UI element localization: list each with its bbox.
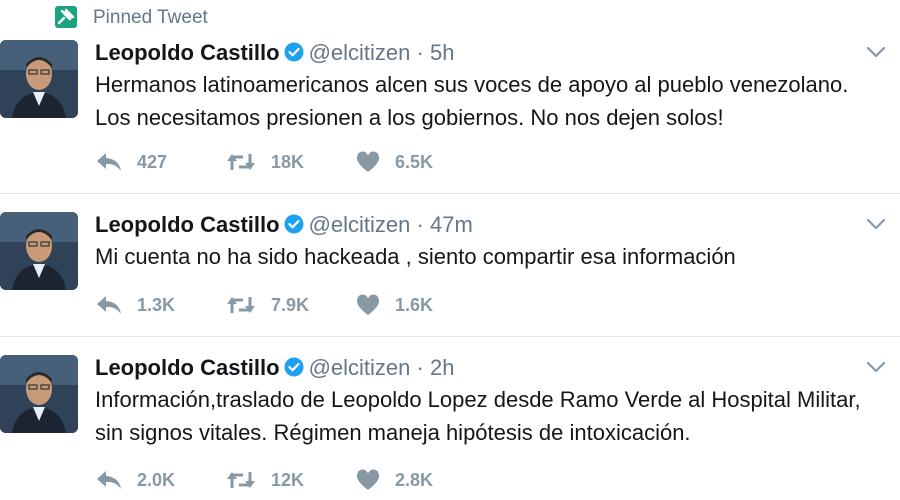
tweet-text: Mi cuenta no ha sido hackeada , siento c…: [95, 240, 895, 273]
user-handle[interactable]: @elcitizen: [309, 40, 411, 65]
heart-icon: [356, 151, 380, 172]
like-button[interactable]: 6.5K: [355, 147, 433, 177]
timestamp[interactable]: 5h: [430, 40, 454, 65]
divider: [0, 336, 900, 337]
tweet-header: Leopoldo Castillo @elcitizen · 5h: [95, 40, 454, 66]
tweet[interactable]: Leopoldo Castillo @elcitizen · 5h Hermano…: [0, 34, 900, 192]
separator-dot: ·: [416, 355, 424, 380]
tweet-text: Información,traslado de Leopoldo Lopez d…: [95, 383, 895, 449]
tweet-header: Leopoldo Castillo @elcitizen · 2h: [95, 355, 454, 381]
reply-button[interactable]: 427: [95, 147, 167, 177]
tweet-text-line: Información,traslado de Leopoldo Lopez d…: [95, 387, 861, 412]
timestamp[interactable]: 2h: [430, 355, 454, 380]
tweet-text-line: Los necesitamos presionen a los gobierno…: [95, 105, 724, 130]
tweet-text: Hermanos latinoamericanos alcen sus voce…: [95, 68, 895, 134]
like-button[interactable]: 2.8K: [355, 465, 433, 495]
avatar[interactable]: [0, 40, 78, 118]
retweet-count: 12K: [271, 469, 305, 490]
tweet-header: Leopoldo Castillo @elcitizen · 47m: [95, 212, 473, 238]
reply-icon: [97, 296, 121, 314]
verified-badge-icon: [284, 42, 304, 62]
user-handle[interactable]: @elcitizen: [309, 355, 411, 380]
verified-badge-icon: [284, 357, 304, 377]
avatar[interactable]: [0, 355, 78, 433]
like-count: 1.6K: [395, 294, 434, 315]
like-button[interactable]: 1.6K: [355, 290, 433, 320]
pinned-label: Pinned Tweet: [93, 7, 208, 28]
user-handle[interactable]: @elcitizen: [309, 212, 411, 237]
chevron-down-icon[interactable]: [864, 216, 888, 232]
retweet-button[interactable]: 7.9K: [225, 290, 309, 320]
pin-icon: [55, 6, 77, 28]
retweet-icon: [227, 154, 255, 170]
verified-badge-icon: [284, 214, 304, 234]
separator-dot: ·: [416, 212, 424, 237]
retweet-button[interactable]: 12K: [225, 465, 304, 495]
pinned-tweet-header: Pinned Tweet: [0, 0, 900, 34]
chevron-down-icon[interactable]: [864, 359, 888, 375]
reply-count: 2.0K: [137, 469, 176, 490]
chevron-down-icon[interactable]: [864, 44, 888, 60]
user-name[interactable]: Leopoldo Castillo: [95, 212, 280, 237]
retweet-icon: [227, 297, 255, 313]
separator-dot: ·: [416, 40, 424, 65]
user-name[interactable]: Leopoldo Castillo: [95, 355, 280, 380]
tweet-text-line: sin signos vitales. Régimen maneja hipót…: [95, 420, 691, 445]
retweet-icon: [227, 472, 255, 488]
reply-button[interactable]: 2.0K: [95, 465, 175, 495]
like-count: 6.5K: [395, 151, 434, 172]
heart-icon: [356, 469, 380, 490]
tweet[interactable]: Leopoldo Castillo @elcitizen · 47m Mi cue…: [0, 206, 900, 334]
avatar[interactable]: [0, 212, 78, 290]
tweet-text-line: Mi cuenta no ha sido hackeada , siento c…: [95, 244, 736, 269]
tweet-text-line: Hermanos latinoamericanos alcen sus voce…: [95, 72, 849, 97]
reply-icon: [97, 153, 121, 171]
retweet-count: 7.9K: [271, 294, 310, 315]
like-count: 2.8K: [395, 469, 434, 490]
user-name[interactable]: Leopoldo Castillo: [95, 40, 280, 65]
retweet-count: 18K: [271, 151, 305, 172]
heart-icon: [356, 294, 380, 315]
timestamp[interactable]: 47m: [430, 212, 473, 237]
reply-count: 1.3K: [137, 294, 176, 315]
reply-button[interactable]: 1.3K: [95, 290, 175, 320]
reply-icon: [97, 471, 121, 489]
retweet-button[interactable]: 18K: [225, 147, 304, 177]
reply-count: 427: [137, 151, 168, 172]
tweet[interactable]: Leopoldo Castillo @elcitizen · 2h Informa…: [0, 349, 900, 500]
divider: [0, 193, 900, 194]
